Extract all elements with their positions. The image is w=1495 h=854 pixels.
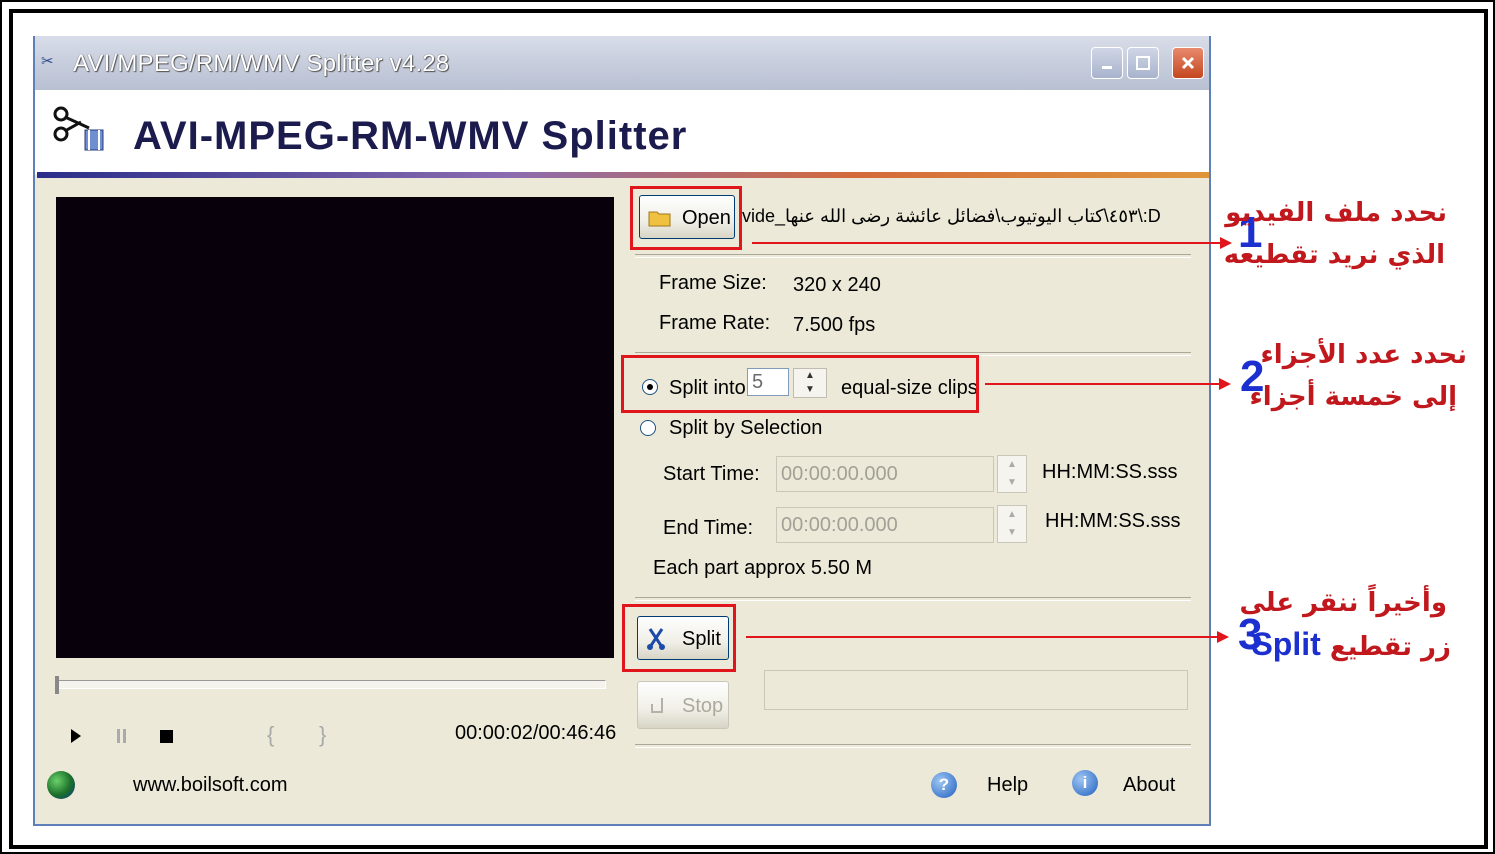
arrow-head-icon (1217, 631, 1229, 643)
arrow-line-1 (752, 242, 1224, 244)
maximize-icon (1136, 56, 1150, 70)
arrow-line-2 (985, 383, 1223, 385)
end-time-format: HH:MM:SS.sss (1045, 510, 1181, 532)
close-button[interactable] (1172, 47, 1204, 79)
start-time-label: Start Time: (663, 463, 760, 485)
stop-button[interactable]: Stop (637, 681, 729, 729)
help-link[interactable]: Help (987, 774, 1028, 797)
annotation-2-line1: نحدد عدد الأجزاء (1260, 340, 1467, 370)
annotation-3-split-word: Split (1251, 626, 1321, 662)
about-icon[interactable]: i (1072, 770, 1098, 796)
globe-icon (47, 771, 75, 799)
app-window: ✂ AVI/MPEG/RM/WMV Splitter v4.28 AVI-MPE… (33, 36, 1211, 826)
scissors-film-icon (53, 106, 104, 151)
play-icon[interactable] (69, 728, 83, 744)
annotation-3-line1: وأخيراً ننقر على (1239, 588, 1447, 618)
window-title: AVI/MPEG/RM/WMV Splitter v4.28 (73, 50, 450, 77)
banner-title: AVI-MPEG-RM-WMV Splitter (133, 114, 688, 158)
stop-button-label: Stop (682, 695, 724, 717)
highlight-split-button (622, 604, 736, 672)
end-time-label: End Time: (663, 517, 754, 539)
divider (635, 597, 1191, 601)
annotation-1-line1: نحدد ملف الفيديو (1225, 198, 1447, 228)
minimize-icon (1102, 66, 1112, 69)
title-bar[interactable]: ✂ AVI/MPEG/RM/WMV Splitter v4.28 (35, 36, 1209, 90)
annotation-3-line2: زر تقطيع Split (1251, 626, 1451, 663)
each-part-size: Each part approx 5.50 M (653, 557, 873, 579)
split-by-selection-label: Split by Selection (669, 417, 823, 439)
mark-in-button[interactable]: { (267, 722, 274, 748)
minimize-button[interactable] (1091, 47, 1123, 79)
start-time-input[interactable]: 00:00:00.000 (776, 456, 994, 492)
mark-out-button[interactable]: } (319, 722, 326, 748)
spin-down-icon[interactable]: ▼ (998, 524, 1026, 542)
stop-split-icon (651, 698, 663, 713)
help-icon[interactable]: ? (931, 772, 957, 798)
start-time-spinner[interactable]: ▲ ▼ (997, 455, 1027, 493)
frame-size-value: 320 x 240 (793, 274, 881, 296)
annotation-3-prefix: زر تقطيع (1329, 632, 1451, 662)
start-time-format: HH:MM:SS.sss (1042, 461, 1178, 483)
highlight-split-into (621, 355, 979, 413)
maximize-button[interactable] (1127, 47, 1159, 79)
stop-icon[interactable] (159, 728, 175, 744)
split-by-selection-radio[interactable] (640, 420, 656, 436)
spin-up-icon[interactable]: ▲ (998, 506, 1026, 524)
playback-time: 00:00:02/00:46:46 (455, 722, 617, 744)
frame-rate-label: Frame Rate: (659, 312, 771, 334)
close-icon (1181, 56, 1195, 70)
end-time-input[interactable]: 00:00:00.000 (776, 507, 994, 543)
spin-down-icon[interactable]: ▼ (998, 474, 1026, 492)
pause-icon[interactable] (115, 728, 129, 744)
end-time-spinner[interactable]: ▲ ▼ (997, 505, 1027, 543)
frame-size-label: Frame Size: (659, 272, 767, 294)
annotation-1-line2: الذي نريد تقطيعه (1223, 240, 1445, 270)
file-path: D:\٤٥٣\كتاب اليوتيوب\فضائل عائشة رضى الل… (742, 206, 1161, 226)
spin-up-icon[interactable]: ▲ (998, 456, 1026, 474)
about-link[interactable]: About (1123, 774, 1175, 797)
website-link[interactable]: www.boilsoft.com (133, 774, 288, 797)
banner-divider (37, 172, 1209, 178)
frame-rate-value: 7.500 fps (793, 314, 876, 336)
app-icon: ✂ (41, 53, 54, 70)
seek-slider-track[interactable] (56, 680, 606, 689)
divider (635, 254, 1191, 258)
arrow-line-3 (746, 636, 1221, 638)
progress-bar (764, 670, 1188, 710)
seek-slider-thumb[interactable] (55, 676, 59, 694)
divider (635, 744, 1191, 748)
banner: AVI-MPEG-RM-WMV Splitter (35, 90, 1209, 174)
annotation-2-line2: إلى خمسة أجزاء (1249, 382, 1457, 412)
video-preview (56, 197, 614, 658)
arrow-head-icon (1219, 378, 1231, 390)
highlight-open (630, 186, 742, 250)
